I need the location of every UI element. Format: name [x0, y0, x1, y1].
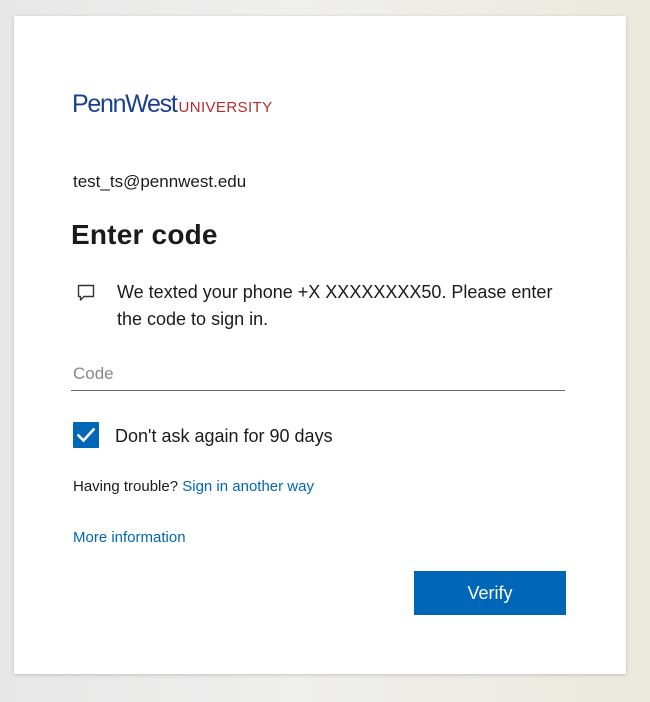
sign-in-card: PennWest UNIVERSITY test_ts@pennwest.edu… [14, 16, 626, 674]
verify-button[interactable]: Verify [414, 571, 566, 615]
logo-university-text: UNIVERSITY [178, 99, 273, 116]
sign-in-another-way-link[interactable]: Sign in another way [182, 478, 314, 495]
logo-wordmark: PennWest [72, 90, 178, 118]
sms-message: We texted your phone +X XXXXXXXX50. Plea… [117, 282, 553, 329]
page-title: Enter code [71, 219, 218, 250]
checkmark-icon [76, 427, 96, 443]
account-email: test_ts@pennwest.edu [73, 172, 247, 191]
code-input[interactable] [71, 357, 565, 391]
more-information-link[interactable]: More information [73, 529, 186, 546]
remember-checkbox-label: Don't ask again for 90 days [115, 426, 333, 446]
remember-checkbox[interactable] [73, 422, 99, 448]
trouble-row: Having trouble? Sign in another way [73, 478, 314, 495]
university-logo: PennWest UNIVERSITY [72, 90, 273, 119]
message-icon [77, 284, 95, 301]
trouble-text: Having trouble? [73, 478, 183, 495]
